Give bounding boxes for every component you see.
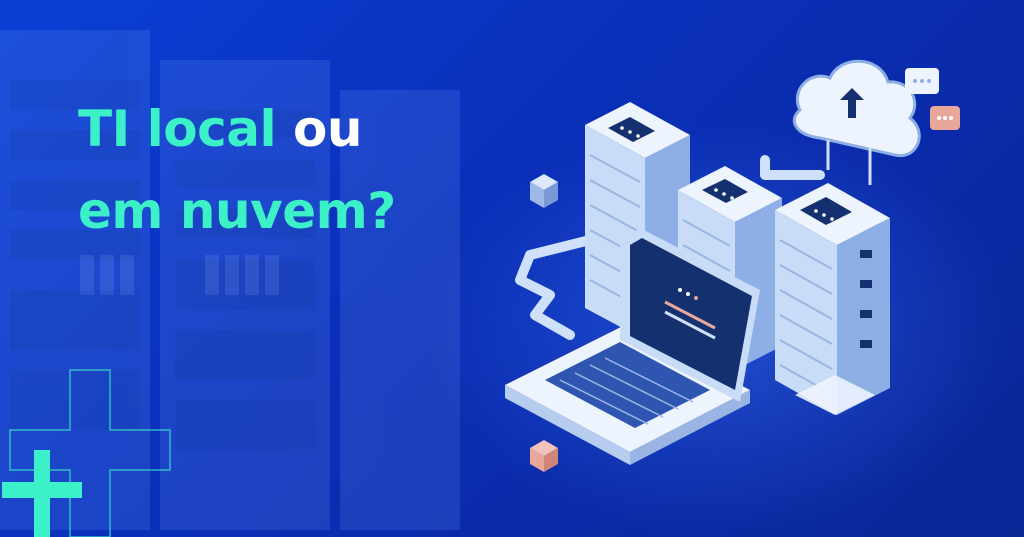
plus-icon — [2, 369, 171, 537]
banner: TI local ou em nuvem? — [0, 0, 1024, 537]
headline: TI local ou em nuvem? — [78, 88, 396, 252]
illustration — [505, 59, 960, 472]
headline-white-part: ou — [293, 100, 362, 158]
headline-accent-part: TI local — [78, 100, 277, 158]
cloud-upload-icon — [792, 59, 921, 185]
cube-icon-coral — [530, 440, 558, 472]
headline-line-2: em nuvem? — [78, 182, 396, 240]
headline-line-1: TI local ou — [78, 88, 396, 170]
cube-icon — [530, 174, 558, 208]
